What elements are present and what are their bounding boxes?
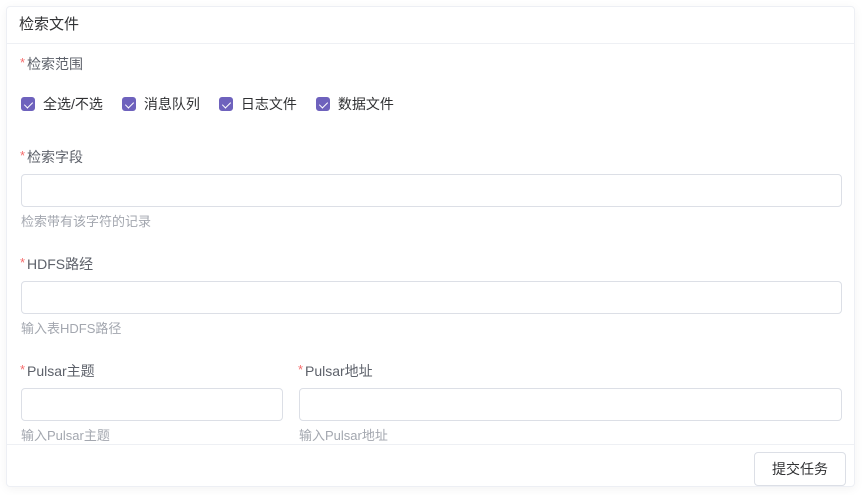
required-asterisk-icon: * xyxy=(20,147,25,165)
submit-task-button[interactable]: 提交任务 xyxy=(754,452,846,486)
form-item-scope: *检索范围 全选/不选 消息队列 日志文件 数据文件 xyxy=(21,55,842,114)
hdfs-path-label: *HDFS路经 xyxy=(27,255,93,273)
search-files-card: 检索文件 *检索范围 全选/不选 消息队列 日志文件 xyxy=(6,6,855,487)
checkbox-label: 数据文件 xyxy=(338,94,394,114)
pulsar-address-label: *Pulsar地址 xyxy=(305,362,373,380)
checkbox-data-files[interactable]: 数据文件 xyxy=(316,94,394,114)
checkbox-checked-icon xyxy=(316,97,330,111)
hdfs-path-helper: 输入表HDFS路径 xyxy=(21,320,842,337)
required-asterisk-icon: * xyxy=(20,54,25,72)
checkbox-message-queue[interactable]: 消息队列 xyxy=(122,94,200,114)
hdfs-path-input[interactable] xyxy=(21,281,842,314)
pulsar-address-input[interactable] xyxy=(299,388,842,421)
required-asterisk-icon: * xyxy=(20,361,25,379)
checkbox-label: 日志文件 xyxy=(241,94,297,114)
pulsar-topic-label: *Pulsar主题 xyxy=(27,362,95,380)
required-asterisk-icon: * xyxy=(20,254,25,272)
checkbox-label: 全选/不选 xyxy=(43,94,103,114)
search-files-form: *检索范围 全选/不选 消息队列 日志文件 数据文件 xyxy=(7,44,854,444)
pulsar-topic-helper: 输入Pulsar主题 xyxy=(21,427,283,444)
checkbox-checked-icon xyxy=(122,97,136,111)
form-item-pulsar-address: *Pulsar地址 输入Pulsar地址 xyxy=(299,362,842,444)
search-field-helper: 检索带有该字符的记录 xyxy=(21,213,842,230)
checkbox-select-all[interactable]: 全选/不选 xyxy=(21,94,103,114)
form-item-hdfs-path: *HDFS路经 输入表HDFS路径 xyxy=(21,255,842,337)
required-asterisk-icon: * xyxy=(298,361,303,379)
pulsar-row: *Pulsar主题 输入Pulsar主题 *Pulsar地址 输入Pulsar地… xyxy=(21,362,842,444)
form-item-pulsar-topic: *Pulsar主题 输入Pulsar主题 xyxy=(21,362,283,444)
pulsar-topic-input[interactable] xyxy=(21,388,283,421)
search-field-input[interactable] xyxy=(21,174,842,207)
checkbox-checked-icon xyxy=(219,97,233,111)
card-footer: 提交任务 xyxy=(7,444,854,493)
search-field-label: *检索字段 xyxy=(27,148,83,166)
pulsar-address-helper: 输入Pulsar地址 xyxy=(299,427,842,444)
checkbox-checked-icon xyxy=(21,97,35,111)
scope-checkbox-group: 全选/不选 消息队列 日志文件 数据文件 xyxy=(21,94,842,114)
checkbox-log-files[interactable]: 日志文件 xyxy=(219,94,297,114)
scope-label: *检索范围 xyxy=(27,55,83,73)
checkbox-label: 消息队列 xyxy=(144,94,200,114)
card-title: 检索文件 xyxy=(7,7,854,44)
form-item-search-field: *检索字段 检索带有该字符的记录 xyxy=(21,148,842,230)
